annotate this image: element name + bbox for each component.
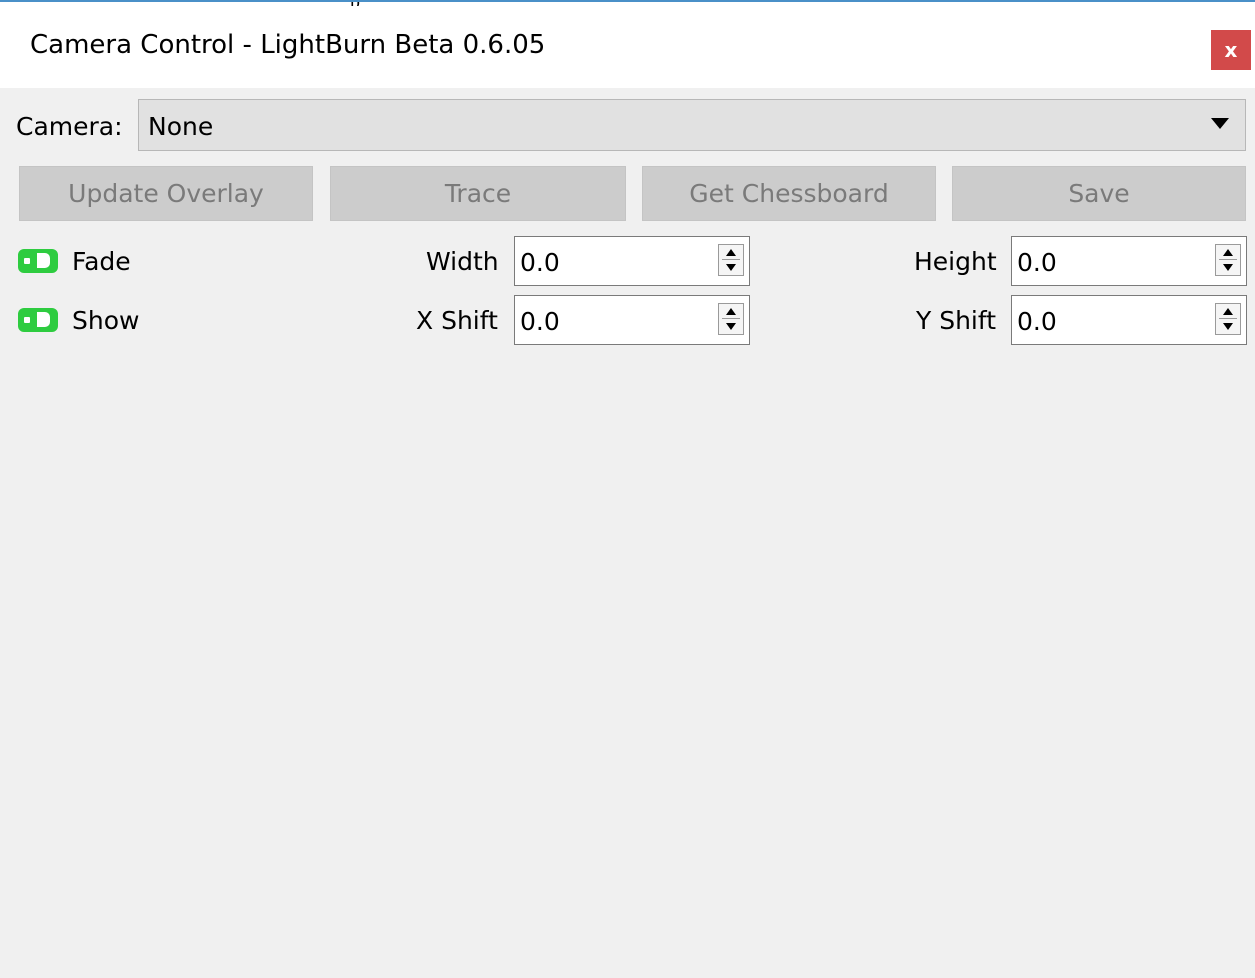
camera-select-value: None (148, 112, 214, 141)
trace-button[interactable]: Trace (330, 166, 626, 221)
fade-label[interactable]: Fade (72, 247, 131, 276)
spin-up-icon[interactable] (726, 308, 736, 315)
camera-label: Camera: (16, 112, 123, 141)
camera-control-dialog: p Camera Control - LightBurn Beta 0.6.05… (0, 0, 1255, 978)
x-shift-spinbox[interactable]: 0.0 (514, 295, 750, 345)
y-shift-spin-buttons[interactable] (1215, 303, 1241, 335)
spin-divider (722, 318, 740, 319)
spin-down-icon[interactable] (726, 264, 736, 271)
y-shift-value[interactable]: 0.0 (1017, 307, 1057, 336)
toggle-track-icon (37, 253, 50, 268)
width-value[interactable]: 0.0 (520, 248, 560, 277)
update-overlay-button[interactable]: Update Overlay (19, 166, 313, 221)
height-spinbox[interactable]: 0.0 (1011, 236, 1247, 286)
close-icon: x (1224, 38, 1238, 62)
x-shift-value[interactable]: 0.0 (520, 307, 560, 336)
toggle-track-icon (37, 312, 50, 327)
spin-up-icon[interactable] (1223, 308, 1233, 315)
spin-down-icon[interactable] (1223, 323, 1233, 330)
get-chessboard-button[interactable]: Get Chessboard (642, 166, 936, 221)
width-label: Width (426, 247, 499, 276)
title-bar[interactable]: Camera Control - LightBurn Beta 0.6.05 x (0, 6, 1255, 88)
fade-toggle[interactable] (18, 249, 58, 273)
x-shift-spin-buttons[interactable] (718, 303, 744, 335)
camera-select[interactable]: None (138, 99, 1246, 151)
width-spinbox[interactable]: 0.0 (514, 236, 750, 286)
close-button[interactable]: x (1211, 30, 1251, 70)
spin-down-icon[interactable] (1223, 264, 1233, 271)
show-toggle[interactable] (18, 308, 58, 332)
x-shift-label: X Shift (416, 306, 498, 335)
show-label[interactable]: Show (72, 306, 139, 335)
y-shift-spinbox[interactable]: 0.0 (1011, 295, 1247, 345)
spin-up-icon[interactable] (726, 249, 736, 256)
camera-preview-area (0, 352, 1255, 978)
spin-divider (1219, 259, 1237, 260)
spin-down-icon[interactable] (726, 323, 736, 330)
spin-up-icon[interactable] (1223, 249, 1233, 256)
y-shift-label: Y Shift (916, 306, 997, 335)
dropdown-arrow-icon (1211, 118, 1229, 129)
save-button[interactable]: Save (952, 166, 1246, 221)
height-label: Height (914, 247, 997, 276)
toggle-knob-icon (24, 258, 30, 264)
spin-divider (1219, 318, 1237, 319)
window-title: Camera Control - LightBurn Beta 0.6.05 (30, 30, 546, 60)
spin-divider (722, 259, 740, 260)
width-spin-buttons[interactable] (718, 244, 744, 276)
height-value[interactable]: 0.0 (1017, 248, 1057, 277)
toggle-knob-icon (24, 317, 30, 323)
height-spin-buttons[interactable] (1215, 244, 1241, 276)
